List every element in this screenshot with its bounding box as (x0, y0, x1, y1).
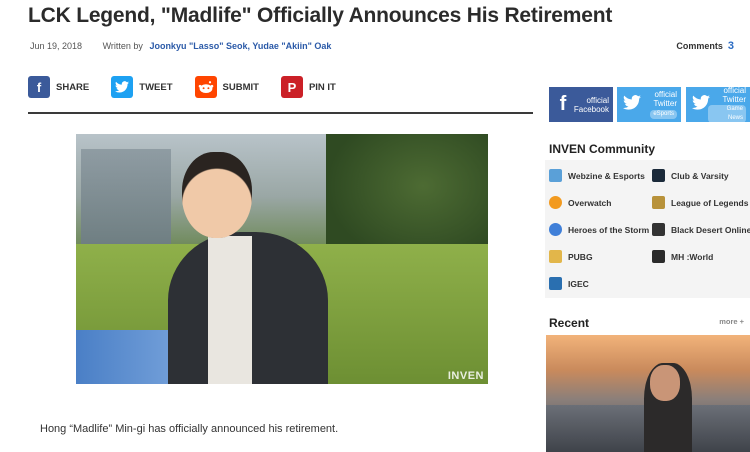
social-line1: official (586, 95, 609, 105)
share-pinterest-button[interactable]: P PIN IT (280, 76, 336, 98)
social-line2: Twitter (722, 95, 746, 104)
community-link-club[interactable]: Club & Varsity (652, 169, 729, 182)
official-twitter-esports-button[interactable]: official Twitter eSports (617, 87, 681, 122)
pin-it-label: PIN IT (308, 81, 336, 93)
community-label: Webzine & Esports (568, 170, 645, 181)
divider (28, 112, 533, 114)
share-facebook-button[interactable]: f SHARE (28, 76, 89, 98)
community-label: Club & Varsity (671, 170, 729, 181)
pinterest-icon: P (280, 76, 303, 98)
article-date: Jun 19, 2018 (30, 41, 83, 51)
community-label: IGEC (568, 278, 589, 289)
more-link[interactable]: more + (719, 317, 744, 326)
twitter-icon (623, 93, 641, 116)
overwatch-icon (549, 196, 562, 209)
heroes-icon (549, 223, 562, 236)
community-link-bdo[interactable]: Black Desert Online (652, 223, 750, 236)
article-photo: INVEN (76, 134, 488, 384)
community-link-lol[interactable]: League of Legends (652, 196, 748, 209)
social-sub-badge: eSports (650, 110, 677, 119)
community-link-hots[interactable]: Heroes of the Storm (549, 223, 649, 236)
comments-label: Comments (676, 41, 723, 51)
share-bar: f SHARE TWEET SUBMIT P PIN IT (28, 76, 358, 98)
community-label: PUBG (568, 251, 593, 262)
written-by-label: Written by (102, 41, 143, 51)
tweet-label: TWEET (139, 81, 173, 93)
social-sub-badge: Game News (708, 105, 746, 123)
social-line1: official (654, 90, 677, 99)
community-link-webzine[interactable]: Webzine & Esports (549, 169, 645, 182)
community-label: MH :World (671, 251, 714, 262)
twitter-icon (111, 76, 134, 98)
comments-count: 3 (727, 40, 734, 52)
article-meta: Jun 19, 2018 Written by Joonkyu "Lasso" … (30, 41, 331, 51)
social-line2: Twitter (653, 99, 677, 108)
community-title: INVEN Community (549, 142, 656, 156)
reddit-icon (194, 76, 217, 98)
comments-link[interactable]: Comments 3 (676, 40, 734, 52)
twitter-icon (692, 93, 710, 116)
facebook-icon: f (28, 76, 50, 98)
facebook-icon: f (559, 93, 567, 115)
recent-article-thumbnail[interactable] (546, 335, 750, 452)
photo-caption: Hong “Madlife” Min-gi has officially ann… (40, 423, 339, 435)
recent-title: Recent (549, 316, 590, 330)
submit-label: SUBMIT (222, 81, 259, 93)
community-label: Heroes of the Storm (568, 224, 650, 235)
community-link-overwatch[interactable]: Overwatch (549, 196, 611, 209)
black-desert-icon (652, 223, 665, 236)
official-facebook-button[interactable]: f official Facebook (549, 87, 613, 122)
community-label: League of Legends (671, 197, 749, 208)
social-line2: Facebook (573, 104, 609, 114)
community-label: Black Desert Online (671, 224, 750, 235)
community-link-igec[interactable]: IGEC (549, 277, 589, 290)
community-link-pubg[interactable]: PUBG (549, 250, 593, 263)
photo-watermark: INVEN (447, 370, 484, 382)
share-twitter-button[interactable]: TWEET (111, 76, 173, 98)
official-twitter-gamenews-button[interactable]: official Twitter Game News (686, 86, 750, 123)
league-of-legends-icon (652, 196, 665, 209)
community-label: Overwatch (568, 197, 612, 208)
club-icon (652, 169, 665, 182)
article-authors[interactable]: Joonkyu "Lasso" Seok, Yudae "Akiin" Oak (149, 41, 331, 51)
social-line1: official (723, 86, 746, 95)
share-reddit-button[interactable]: SUBMIT (194, 76, 259, 98)
webzine-icon (549, 169, 562, 182)
share-label: SHARE (56, 81, 90, 93)
article-title: LCK Legend, "Madlife" Officially Announc… (28, 4, 613, 27)
pubg-icon (549, 250, 562, 263)
igec-icon (549, 277, 562, 290)
community-link-mhw[interactable]: MH :World (652, 250, 713, 263)
monster-hunter-icon (652, 250, 665, 263)
